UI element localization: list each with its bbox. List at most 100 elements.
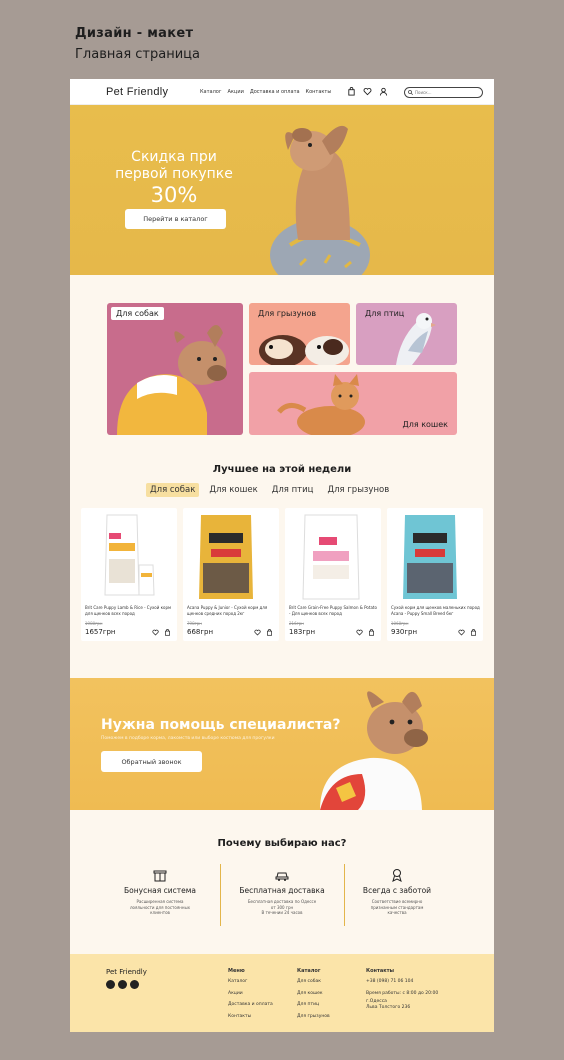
category-rodents-label: Для грызунов — [258, 309, 317, 318]
cart-icon[interactable] — [164, 629, 171, 636]
instagram-icon[interactable] — [106, 980, 115, 989]
product-price: 930грн — [391, 628, 418, 636]
page-mockup: Pet Friendly Каталог Акции Доставка и оп… — [70, 79, 494, 1032]
tab-rodents[interactable]: Для грызунов — [323, 483, 393, 497]
help-subtitle: Поможем в подборе корма, лакомств или вы… — [101, 736, 275, 741]
category-cats[interactable]: Для кошек — [249, 372, 457, 435]
caption-subtitle: Главная страница — [75, 47, 200, 62]
footer-phone[interactable]: +38 (098) 71 06 104 — [366, 976, 438, 988]
logo[interactable]: Pet Friendly — [106, 86, 168, 98]
footer-menu-heading: Меню — [228, 968, 245, 974]
hero-text: Скидка при первой покупке 30% — [106, 149, 242, 208]
viber-icon[interactable] — [130, 980, 139, 989]
tab-cats[interactable]: Для кошек — [205, 483, 261, 497]
footer-link[interactable]: Для птиц — [297, 999, 330, 1011]
telegram-icon[interactable] — [118, 980, 127, 989]
car-icon — [275, 872, 289, 881]
caption-title: Дизайн - макет — [75, 26, 194, 41]
hero-percent: 30% — [150, 183, 198, 207]
dog-hero-image — [270, 125, 370, 275]
user-icon[interactable] — [379, 87, 388, 96]
product-old-price: 798грн — [187, 621, 202, 626]
dog-category-image — [117, 325, 227, 435]
heart-icon[interactable] — [356, 629, 363, 636]
hero-banner: Скидка при первой покупке 30% Перейти в … — [70, 105, 494, 275]
footer-link[interactable]: Для кошек — [297, 988, 330, 1000]
heart-icon[interactable] — [458, 629, 465, 636]
footer-link[interactable]: Для собак — [297, 976, 330, 988]
product-actions — [152, 629, 171, 636]
product-image — [104, 514, 155, 596]
search-input[interactable] — [415, 90, 475, 95]
product-card[interactable]: Brit Care Puppy Lamb & Rice - Сухой корм… — [81, 508, 177, 641]
site-footer: Pet Friendly Меню Каталог Акции Доставка… — [70, 954, 494, 1032]
category-birds-label: Для птиц — [365, 309, 405, 318]
feature-delivery: Бесплатная доставка Бесплатная доставка … — [219, 868, 345, 916]
feature-desc-line: качества — [387, 910, 407, 915]
product-actions — [254, 629, 273, 636]
product-card[interactable]: Acana Puppy & Junior - Сухой корм для ще… — [183, 508, 279, 641]
product-price: 1657грн — [85, 628, 116, 636]
product-card[interactable]: Brit Care Grain-Free Puppy Salmon & Pota… — [285, 508, 381, 641]
main-nav: Каталог Акции Доставка и оплата Контакты — [200, 89, 331, 95]
best-of-week-title: Лучшее на этой недели — [212, 464, 352, 475]
hero-line1: Скидка при — [131, 149, 217, 165]
category-rodents[interactable]: Для грызунов — [249, 303, 350, 365]
footer-street: Льва Толстого 236 — [366, 1005, 411, 1010]
cart-icon[interactable] — [470, 629, 477, 636]
footer-contacts-heading: Контакты — [366, 968, 395, 974]
feature-title: Бесплатная доставка — [239, 886, 325, 895]
site-header: Pet Friendly Каталог Акции Доставка и оп… — [70, 79, 494, 105]
cart-icon[interactable] — [266, 629, 273, 636]
footer-link[interactable]: Доставка и оплата — [228, 999, 273, 1011]
nav-catalog[interactable]: Каталог — [200, 89, 221, 95]
footer-link[interactable]: Контакты — [228, 1011, 273, 1023]
header-icons — [347, 87, 388, 96]
award-icon — [392, 869, 402, 882]
product-name[interactable]: Acana Puppy & Junior - Сухой корм для ще… — [187, 605, 277, 616]
footer-link[interactable]: Каталог — [228, 976, 273, 988]
feature-title: Всегда с заботой — [362, 886, 432, 895]
social-links — [106, 980, 139, 989]
product-name[interactable]: Brit Care Grain-Free Puppy Salmon & Pota… — [289, 605, 379, 616]
feature-care: Всегда с заботой Соответствие всемирно п… — [334, 868, 460, 916]
heart-icon[interactable] — [152, 629, 159, 636]
nav-delivery[interactable]: Доставка и оплата — [250, 89, 300, 95]
product-old-price: 1980грн — [85, 621, 103, 626]
product-image — [199, 515, 253, 599]
go-to-catalog-button[interactable]: Перейти в каталог — [125, 209, 226, 229]
nav-contacts[interactable]: Контакты — [306, 89, 332, 95]
product-name[interactable]: Сухой корм для щенков маленьких пород Ac… — [391, 605, 481, 616]
product-old-price: 1068грн — [391, 621, 409, 626]
help-title: Нужна помощь специалиста? — [101, 717, 341, 733]
feature-bonus: Бонусная система Расширенная система лоя… — [97, 868, 223, 916]
callback-button[interactable]: Обратный звонок — [101, 751, 202, 772]
footer-catalog: Каталог Для собак Для кошек Для птиц Для… — [297, 967, 330, 1022]
cart-icon[interactable] — [347, 87, 356, 96]
best-tabs: Для собак Для кошек Для птиц Для грызуно… — [146, 483, 393, 497]
tab-dogs[interactable]: Для собак — [146, 483, 200, 497]
feature-desc-line: В течении 24 часов — [261, 910, 303, 915]
product-name[interactable]: Brit Care Puppy Lamb & Rice - Сухой корм… — [85, 605, 175, 616]
category-birds[interactable]: Для птиц — [356, 303, 457, 365]
footer-logo[interactable]: Pet Friendly — [106, 968, 147, 976]
product-actions — [458, 629, 477, 636]
product-price: 183грн — [289, 628, 316, 636]
nav-sales[interactable]: Акции — [227, 89, 243, 95]
heart-icon[interactable] — [363, 87, 372, 96]
heart-icon[interactable] — [254, 629, 261, 636]
cart-icon[interactable] — [368, 629, 375, 636]
category-dogs[interactable]: Для собак — [107, 303, 243, 435]
footer-catalog-heading: Каталог — [297, 968, 321, 974]
feature-desc-line: клиентов — [150, 910, 170, 915]
footer-link[interactable]: Акции — [228, 988, 273, 1000]
feature-desc: Бесплатная доставка по Одессе от 300 грн… — [219, 899, 345, 916]
search-icon[interactable] — [408, 90, 413, 95]
tab-birds[interactable]: Для птиц — [268, 483, 318, 497]
footer-hours: Время работы: с 8:00 до 20:00 — [366, 990, 439, 996]
product-card[interactable]: Сухой корм для щенков маленьких пород Ac… — [387, 508, 483, 641]
footer-link[interactable]: Для грызунов — [297, 1011, 330, 1023]
feature-desc: Расширенная система лояльности для посто… — [97, 899, 223, 916]
gift-icon — [153, 870, 167, 882]
product-actions — [356, 629, 375, 636]
